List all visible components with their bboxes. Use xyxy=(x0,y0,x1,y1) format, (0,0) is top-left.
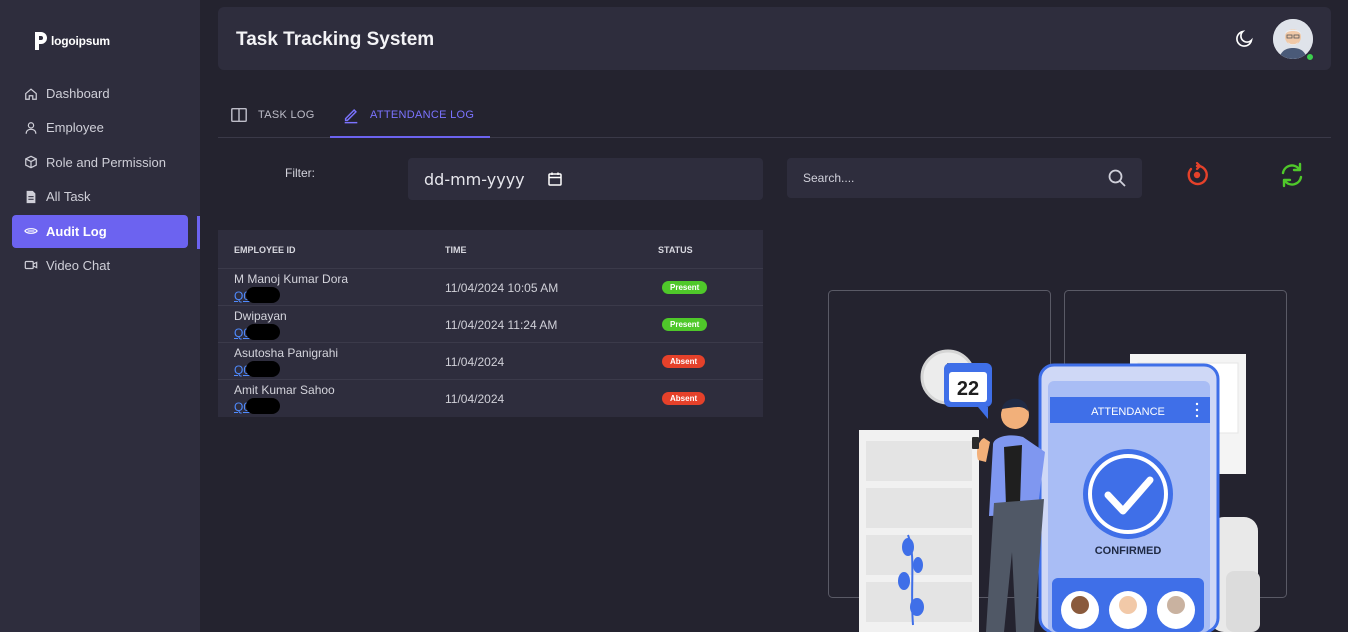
redaction-mark xyxy=(246,324,280,340)
table-row: M Manoj Kumar Dora Q00 11/04/2024 10:05 … xyxy=(218,269,763,306)
sidebar-item-label: Employee xyxy=(46,120,104,136)
refresh-icon[interactable] xyxy=(1279,162,1305,188)
search-input[interactable] xyxy=(787,158,1097,198)
calendar-icon[interactable] xyxy=(547,171,563,187)
sidebar: logoipsum Dashboard Employee Role and Pe… xyxy=(0,0,200,632)
pencil-icon xyxy=(344,108,358,123)
status-badge: Absent xyxy=(662,355,706,368)
filter-label: Filter: xyxy=(285,166,315,180)
logo-icon xyxy=(35,32,47,50)
date-filter-input[interactable]: dd-mm-yyyy xyxy=(408,158,763,200)
sidebar-item-label: Video Chat xyxy=(46,257,111,273)
table-row: Dwipayan Q00 11/04/2024 11:24 AM Present xyxy=(218,306,763,343)
page-title: Task Tracking System xyxy=(236,29,435,50)
table-row: Asutosha Panigrahi Q0 11/04/2024 Absent xyxy=(218,343,763,380)
table-header: EMPLOYEE ID TIME STATUS xyxy=(218,230,763,269)
column-header-employee-id: EMPLOYEE ID xyxy=(234,245,296,255)
sidebar-nav: Dashboard Employee Role and Permission A… xyxy=(12,77,188,283)
table-row: Amit Kumar Sahoo Q0 11/04/2024 Absent xyxy=(218,380,763,417)
attendance-table: EMPLOYEE ID TIME STATUS M Manoj Kumar Do… xyxy=(218,230,763,417)
search-box xyxy=(787,158,1142,198)
status-badge: Present xyxy=(662,318,708,331)
logo-text: logoipsum xyxy=(51,34,110,48)
tab-label: TASK LOG xyxy=(258,109,315,121)
tab-label: ATTENDANCE LOG xyxy=(370,108,475,121)
tab-attendance-log[interactable]: ATTENDANCE LOG xyxy=(330,93,491,138)
moon-icon[interactable] xyxy=(1234,27,1256,49)
book-icon xyxy=(231,107,247,123)
attendance-time: 11/04/2024 11:24 AM xyxy=(445,318,558,332)
online-status-dot xyxy=(1306,53,1314,61)
eye-icon xyxy=(24,228,38,234)
sidebar-item-role-permission[interactable]: Role and Permission xyxy=(12,146,188,179)
employee-name: M Manoj Kumar Dora xyxy=(234,272,349,286)
sidebar-item-dashboard[interactable]: Dashboard xyxy=(12,77,188,110)
attendance-illustration: 22 ATTENDANCE CONFIRMED xyxy=(818,285,1298,632)
sidebar-item-label: Role and Permission xyxy=(46,154,166,170)
logo[interactable]: logoipsum xyxy=(33,31,110,51)
status-badge: Absent xyxy=(662,392,706,405)
employee-name: Asutosha Panigrahi xyxy=(234,346,339,360)
sidebar-active-indicator xyxy=(197,216,200,249)
redaction-mark xyxy=(246,398,280,414)
column-header-status: STATUS xyxy=(658,245,693,255)
sidebar-item-all-task[interactable]: All Task xyxy=(12,180,188,213)
sidebar-item-label: Dashboard xyxy=(46,86,110,101)
reset-icon[interactable] xyxy=(1184,162,1210,188)
video-icon xyxy=(24,261,38,270)
cube-icon xyxy=(25,155,37,169)
sidebar-item-video-chat[interactable]: Video Chat xyxy=(12,249,188,282)
date-filter-placeholder: dd-mm-yyyy xyxy=(424,169,525,189)
illustration-banner: ATTENDANCE xyxy=(1091,406,1165,418)
employee-name: Amit Kumar Sahoo xyxy=(234,383,335,397)
search-icon[interactable] xyxy=(1107,168,1127,188)
attendance-time: 11/04/2024 xyxy=(445,355,505,369)
home-icon xyxy=(25,87,37,100)
illustration-caption: CONFIRMED xyxy=(1095,545,1162,557)
calendar-day: 22 xyxy=(957,378,979,400)
document-icon xyxy=(26,190,36,203)
top-header: Task Tracking System xyxy=(218,7,1331,70)
column-header-time: TIME xyxy=(445,245,467,255)
redaction-mark xyxy=(246,287,280,303)
sidebar-item-label: All Task xyxy=(46,189,91,205)
attendance-time: 11/04/2024 10:05 AM xyxy=(445,281,559,295)
sidebar-item-label: Audit Log xyxy=(46,223,107,239)
tab-task-log[interactable]: TASK LOG xyxy=(230,93,315,137)
redaction-mark xyxy=(246,361,280,377)
status-badge: Present xyxy=(662,281,708,294)
tab-bar: TASK LOG ATTENDANCE LOG xyxy=(218,93,1331,138)
sidebar-item-employee[interactable]: Employee xyxy=(12,111,188,144)
sidebar-item-audit-log[interactable]: Audit Log xyxy=(12,214,188,248)
employee-name: Dwipayan xyxy=(234,309,287,323)
user-icon xyxy=(25,122,37,134)
attendance-time: 11/04/2024 xyxy=(445,392,505,406)
attendance-confirmed-illustration: 22 ATTENDANCE CONFIRMED xyxy=(828,290,1287,632)
